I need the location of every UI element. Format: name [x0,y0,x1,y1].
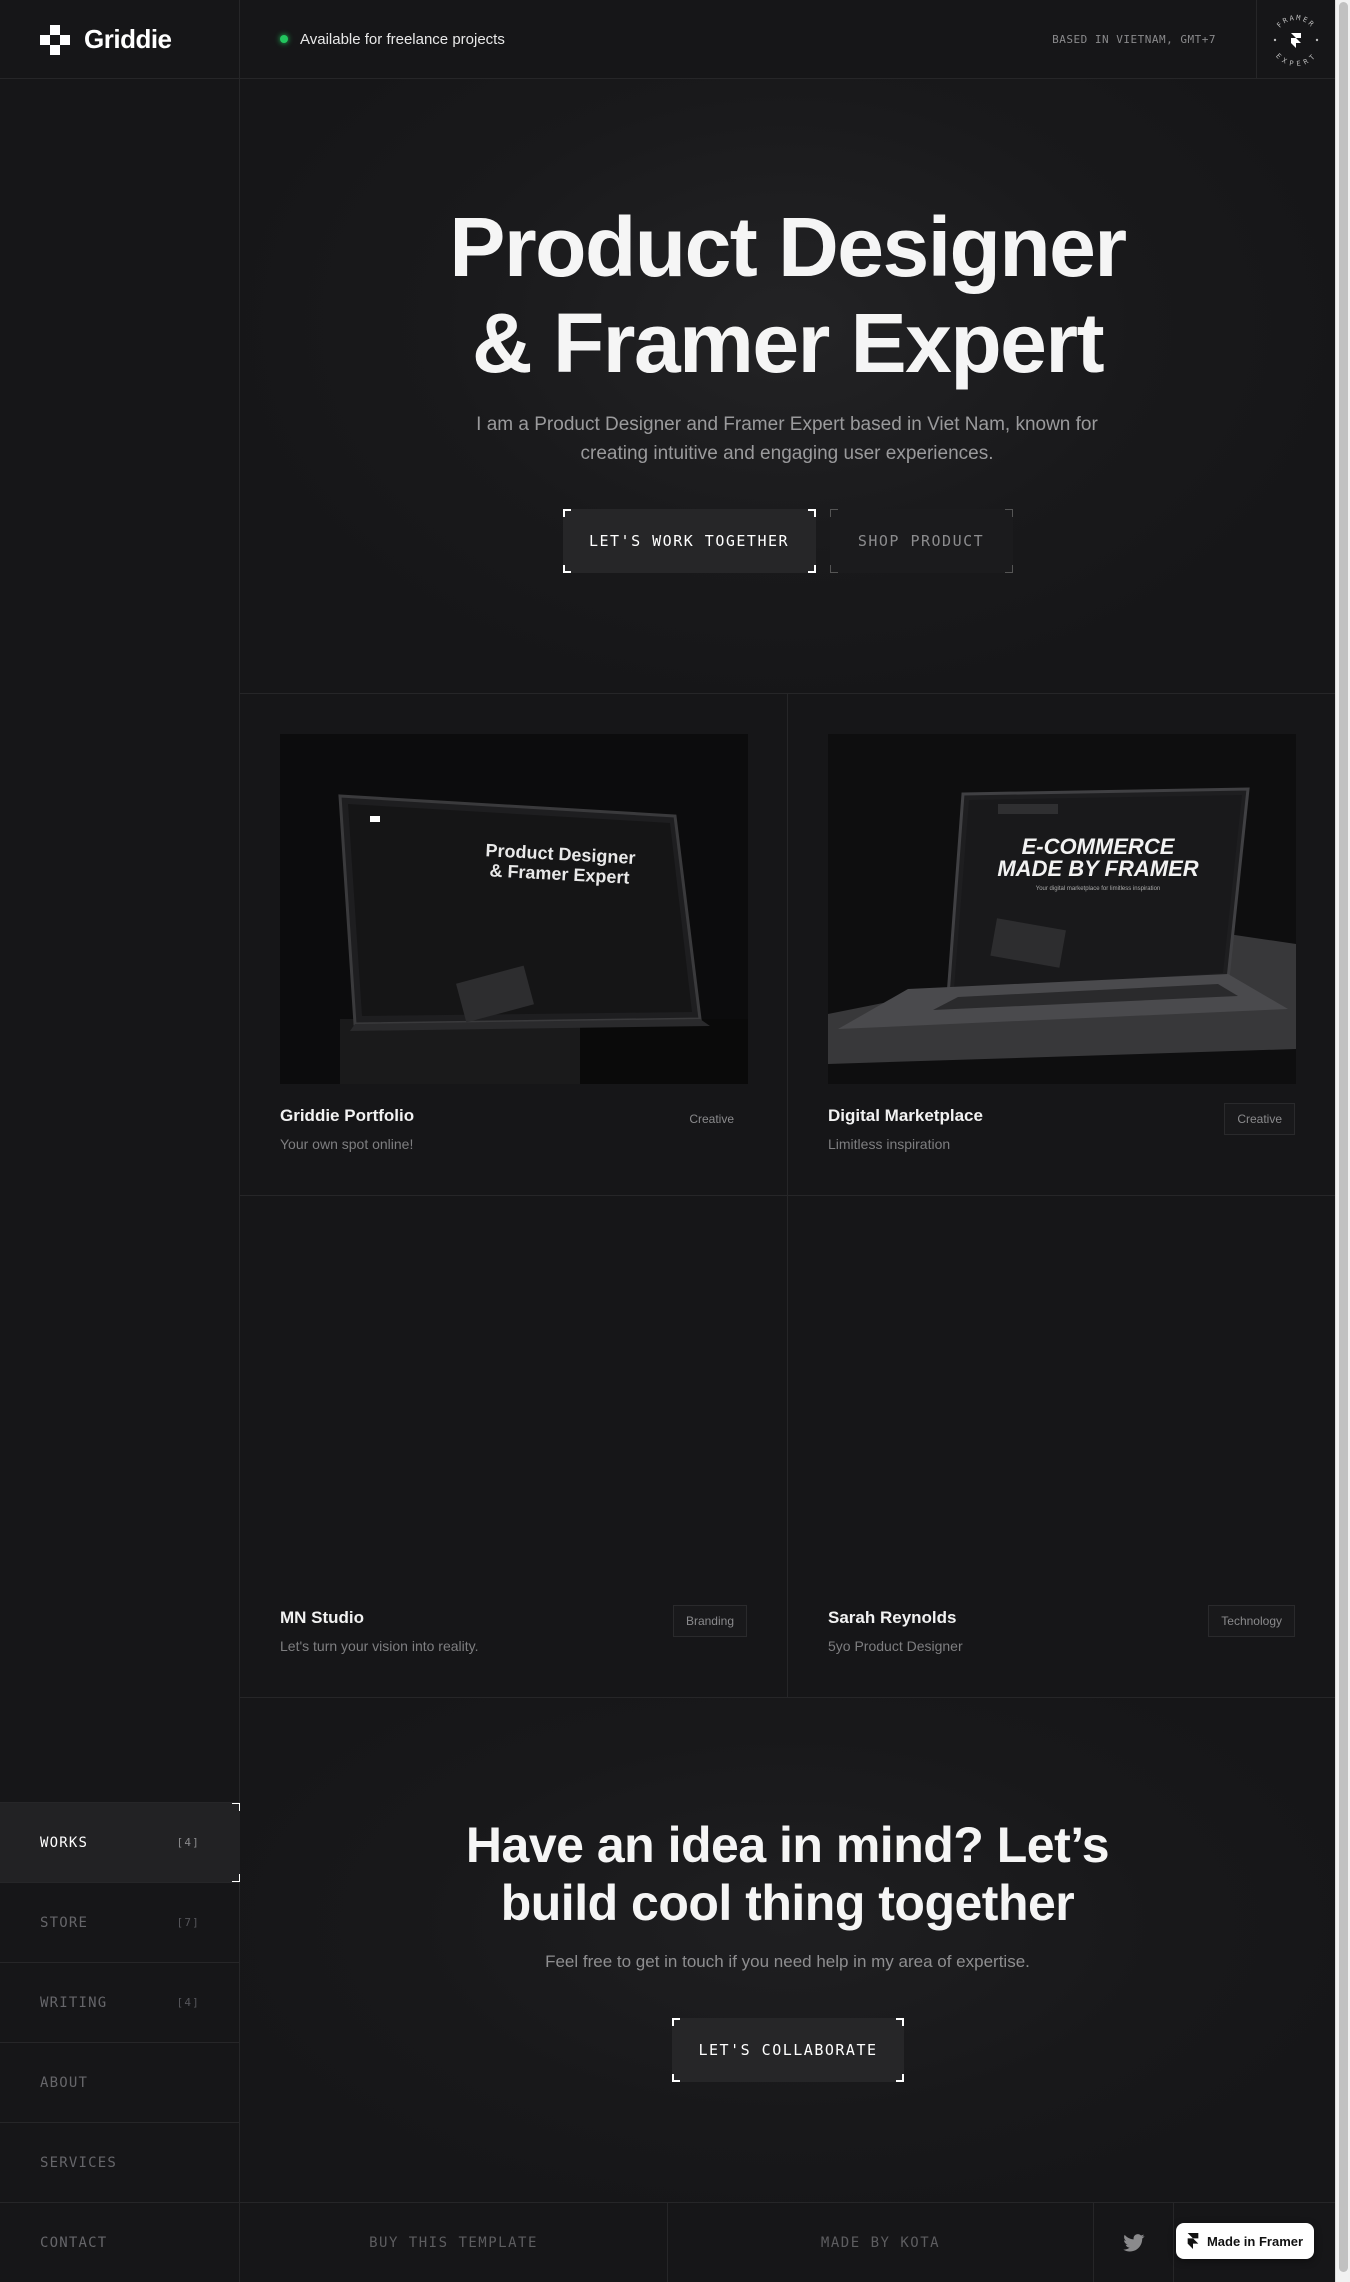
sidebar-nav: WORKS [4] STORE [7] WRITING [4] ABOUT SE… [0,1802,240,2282]
buy-template-label: BUY THIS TEMPLATE [369,2235,538,2251]
thumbnail-caption: Your digital marketplace for limitless i… [1035,886,1161,892]
work-together-label: LET'S WORK TOGETHER [588,532,790,550]
sidebar-item-works[interactable]: WORKS [4] [0,1802,240,1882]
sidebar-item-label: CONTACT [40,2234,108,2251]
sidebar-item-services[interactable]: SERVICES [0,2122,240,2202]
framer-icon [1187,2233,1199,2249]
logo-link[interactable]: Griddie [0,0,240,79]
hero-buttons: LET'S WORK TOGETHER SHOP PRODUCT [240,509,1335,573]
hero-description: I am a Product Designer and Framer Exper… [476,414,1098,464]
footer: BUY THIS TEMPLATE MADE BY KOTA [240,2202,1335,2282]
work-title: MN Studio [280,1608,365,1627]
top-header: Griddie Available for freelance projects… [0,0,1335,79]
cta-description: Feel free to get in touch if you need he… [545,1952,1030,1971]
corner-bracket [562,509,571,517]
corner-bracket [1004,509,1013,517]
svg-text:EXPERT: EXPERT [1274,51,1318,67]
work-subtitle: Let's turn your vision into reality. [280,1638,479,1654]
twitter-link[interactable] [1094,2203,1174,2282]
shop-product-label: SHOP PRODUCT [857,532,985,550]
sidebar-item-label: WORKS [40,1834,89,1851]
thumbnail-text-line2: MADE BY FRAMER [997,856,1199,881]
sidebar: WORKS [4] STORE [7] WRITING [4] ABOUT SE… [0,79,240,2282]
work-title: Griddie Portfolio [280,1106,415,1125]
corner-bracket [896,2074,904,2082]
logo-text: Griddie [84,24,172,54]
work-card-digital-marketplace[interactable]: E-COMMERCE MADE BY FRAMER Your digital m… [788,694,1335,1196]
cta-title-line1: Have an idea in mind? Let’s [465,1817,1110,1873]
made-in-framer-badge[interactable]: Made in Framer [1176,2223,1314,2259]
work-card-mn-studio[interactable]: MN Studio Let's turn your vision into re… [240,1196,788,1698]
works-grid: Product Designer & Framer Expert Griddie… [240,694,1335,1698]
work-thumbnail [828,1236,1296,1586]
availability-status: Available for freelance projects [240,0,1052,78]
sidebar-item-store[interactable]: STORE [7] [0,1882,240,1962]
corner-bracket [829,509,838,517]
work-card-griddie-portfolio[interactable]: Product Designer & Framer Expert Griddie… [240,694,788,1196]
sidebar-item-label: WRITING [40,1994,108,2011]
work-tag: Technology [1208,1605,1295,1637]
work-tag: Creative [1224,1103,1295,1135]
hero-title: Product Designer & Framer Expert [240,199,1335,391]
cta-section: Have an idea in mind? Let’s build cool t… [240,1698,1335,2202]
made-by-label: MADE BY KOTA [820,2235,941,2251]
svg-text:FRAMER: FRAMER [1275,13,1316,29]
location-text: BASED IN VIETNAM, GMT+7 [1052,32,1216,46]
sidebar-item-about[interactable]: ABOUT [0,2042,240,2122]
made-in-framer-label: Made in Framer [1206,2233,1304,2249]
page-scrollbar[interactable] [1335,0,1350,2282]
sidebar-item-writing[interactable]: WRITING [4] [0,1962,240,2042]
framer-expert-badge[interactable]: FRAMER EXPERT [1256,0,1335,79]
work-tag: Branding [672,1605,747,1637]
sidebar-item-label: STORE [40,1914,89,1931]
collaborate-label: LET'S COLLABORATE [698,2041,878,2059]
sidebar-item-count: [4] [176,1836,200,1849]
made-by-link[interactable]: MADE BY KOTA [668,2203,1094,2282]
work-title: Digital Marketplace [828,1106,983,1125]
work-thumbnail [280,1236,748,1586]
corner-bracket [1004,565,1013,573]
status-text: Available for freelance projects [300,30,505,48]
corner-bracket [896,2018,904,2026]
corner-bracket [807,509,816,517]
twitter-icon [1122,2234,1144,2252]
collaborate-button[interactable]: LET'S COLLABORATE [672,2018,904,2082]
framer-badge-icon: FRAMER EXPERT [1273,13,1319,68]
scrollbar-thumb[interactable] [1339,2,1348,2272]
work-title: Sarah Reynolds [828,1608,957,1627]
corner-bracket [829,565,838,573]
sidebar-item-label: SERVICES [40,2154,118,2171]
page: Griddie Available for freelance projects… [0,0,1335,2282]
cta-title: Have an idea in mind? Let’s build cool t… [240,1816,1335,1932]
sidebar-item-count: [4] [176,1996,200,2009]
sidebar-item-contact[interactable]: CONTACT [0,2202,240,2282]
corner-bracket [807,565,816,573]
work-subtitle: 5yo Product Designer [828,1638,963,1654]
griddie-logo-icon [40,24,70,55]
sidebar-item-count: [7] [176,1916,200,1929]
buy-template-link[interactable]: BUY THIS TEMPLATE [240,2203,668,2282]
hero-section: Product Designer & Framer Expert I am a … [240,79,1335,694]
cta-title-line2: build cool thing together [500,1875,1075,1931]
sidebar-item-label: ABOUT [40,2074,89,2091]
work-subtitle: Your own spot online! [280,1136,414,1152]
corner-bracket [672,2018,680,2026]
corner-bracket [562,565,571,573]
work-together-button[interactable]: LET'S WORK TOGETHER [562,509,816,573]
hero-title-line1: Product Designer [449,200,1127,294]
work-thumbnail: E-COMMERCE MADE BY FRAMER Your digital m… [828,734,1296,1084]
shop-product-button[interactable]: SHOP PRODUCT [829,509,1013,573]
work-tag: Creative [689,1112,734,1126]
corner-bracket [232,1803,240,1811]
status-dot-icon [280,35,288,43]
hero-title-line2: & Framer Expert [471,296,1105,390]
corner-bracket [232,1874,240,1882]
work-thumbnail: Product Designer & Framer Expert [280,734,748,1084]
work-card-sarah-reynolds[interactable]: Sarah Reynolds 5yo Product Designer Tech… [788,1196,1335,1698]
work-subtitle: Limitless inspiration [828,1136,951,1152]
corner-bracket [672,2074,680,2082]
